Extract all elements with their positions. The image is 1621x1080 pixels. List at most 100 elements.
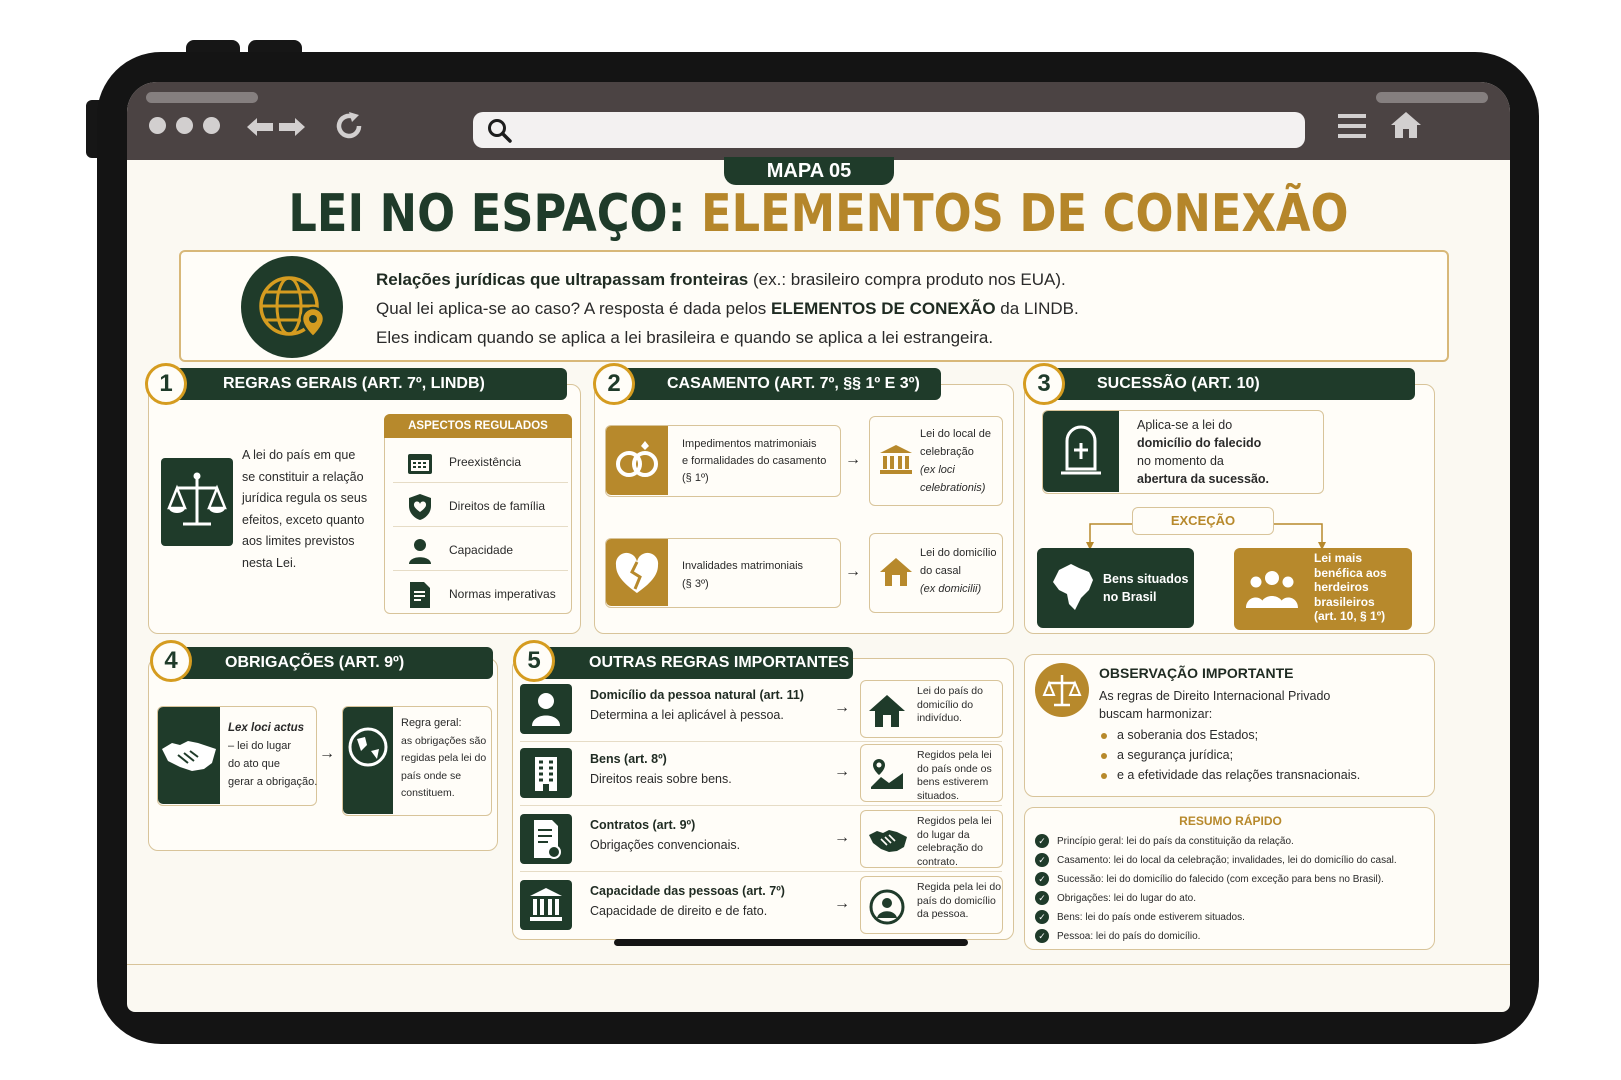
- summary-item: ✓ Pessoa: lei do país do domicílio.: [1035, 927, 1200, 945]
- menu-icon[interactable]: [1337, 112, 1367, 140]
- shield-icon: [409, 494, 431, 520]
- people-icon: [1246, 571, 1298, 608]
- rule-result: Regida pela lei do país do domicílio da pe…: [860, 876, 1003, 934]
- section-2-number: 2: [593, 363, 635, 405]
- section-4-title: OBRIGAÇÕES (ART. 9º): [173, 647, 493, 679]
- check-icon: ✓: [1035, 834, 1049, 848]
- land-icon: [871, 759, 903, 789]
- rule-result: Regidos pela lei do país onde os bens esti…: [860, 744, 1003, 802]
- section-4-number: 4: [150, 640, 192, 682]
- summary-item: ✓ Princípio geral: lei do país da constit…: [1035, 832, 1294, 850]
- bottom-rule: [127, 964, 1510, 965]
- handshake-icon: [158, 707, 220, 804]
- screen: MAPA 05 LEI NO ESPAÇO: ELEMENTOS DE CONE…: [127, 82, 1510, 1012]
- casamento-invalidades: Invalidades matrimoniais (§ 3º): [605, 538, 841, 608]
- arrow: →: [845, 451, 861, 468]
- observacao-title: OBSERVAÇÃO IMPORTANTE: [1099, 665, 1294, 681]
- exception-label: EXCEÇÃO: [1132, 507, 1274, 535]
- scales-icon: [1035, 663, 1089, 717]
- section-5-title: OUTRAS REGRAS IMPORTANTES: [537, 647, 853, 679]
- resumo-title: RESUMO RÁPIDO: [1179, 814, 1282, 828]
- check-icon: ✓: [1035, 853, 1049, 867]
- intro-line-2: Qual lei aplica-se ao caso? A resposta é…: [376, 299, 1079, 318]
- user-circle-icon: [869, 889, 905, 925]
- casamento-lei-domicilio: Lei do domicílio do casal (ex domicilii): [869, 533, 1003, 613]
- courthouse-icon: [880, 445, 912, 474]
- window-dots[interactable]: [149, 117, 220, 134]
- resumo-rapido: RESUMO RÁPIDO ✓ Princípio geral: lei do p…: [1024, 807, 1435, 950]
- observacao-bullet: e a efetividade das relações transnacion…: [1101, 768, 1360, 782]
- building-icon: [520, 748, 572, 798]
- summary-item: ✓ Sucessão: lei do domicílio do falecido …: [1035, 870, 1384, 888]
- aspects-box: ASPECTOS REGULADOS Preexistência Direito…: [384, 414, 572, 614]
- rule-row: Contratos (art. 9º) Obrigações convencion…: [520, 810, 1003, 872]
- section-1-number: 1: [145, 363, 187, 405]
- observacao-importante: OBSERVAÇÃO IMPORTANTE As regras de Direi…: [1024, 654, 1435, 797]
- contract-icon: [520, 814, 572, 864]
- back-icon[interactable]: [245, 112, 275, 142]
- document-icon: [410, 582, 430, 608]
- tab-pill-left: [146, 92, 258, 103]
- summary-item: ✓ Casamento: lei do local da celebração; …: [1035, 851, 1397, 869]
- rule-result: Regidos pela lei do lugar da celebração do…: [860, 810, 1003, 868]
- obrigacoes-regra-geral: Regra geral: as obrigações são regidas pel…: [342, 706, 492, 816]
- brazil-map-icon: [1053, 564, 1093, 610]
- person-icon: [409, 539, 431, 564]
- globe-pin-icon: [241, 256, 343, 358]
- address-bar[interactable]: [473, 112, 1305, 148]
- home-icon[interactable]: [1389, 110, 1423, 140]
- home-indicator[interactable]: [614, 939, 968, 946]
- page-title: LEI NO ESPAÇO: ELEMENTOS DE CONEXÃO: [288, 184, 1349, 244]
- map-badge: MAPA 05: [724, 157, 894, 185]
- forward-icon[interactable]: [277, 112, 307, 142]
- aspect-item: Preexistência: [393, 443, 568, 483]
- rings-icon: [606, 426, 668, 495]
- handshake-icon: [869, 830, 907, 852]
- tombstone-icon: [1043, 411, 1119, 492]
- house-icon: [869, 695, 905, 727]
- scales-icon: [161, 458, 233, 546]
- rule-row: Bens (art. 8º) Direitos reais sobre bens.…: [520, 744, 1003, 806]
- observacao-bullet: a soberania dos Estados;: [1101, 728, 1258, 742]
- rule-row: Domicílio da pessoa natural (art. 11) Det…: [520, 680, 1003, 742]
- arrow: →: [319, 745, 335, 762]
- intro-line-3: Eles indicam quando se aplica a lei bras…: [376, 328, 994, 347]
- arrow: →: [834, 895, 850, 912]
- aspects-title: ASPECTOS REGULADOS: [384, 414, 572, 438]
- intro-line-1: Relações jurídicas que ultrapassam front…: [376, 270, 1066, 289]
- broken-heart-icon: [606, 539, 668, 606]
- rule-result: Lei do país do domicílio do indivíduo.: [860, 680, 1003, 738]
- section-1-text: A lei do país em que se constituir a rela…: [242, 448, 368, 570]
- search-icon: [488, 119, 512, 143]
- section-3-number: 3: [1023, 363, 1065, 405]
- check-icon: ✓: [1035, 929, 1049, 943]
- arrow: →: [834, 829, 850, 846]
- check-icon: ✓: [1035, 910, 1049, 924]
- bank-icon: [520, 880, 572, 930]
- reload-icon[interactable]: [333, 110, 365, 142]
- person-icon: [520, 684, 572, 734]
- summary-item: ✓ Obrigações: lei do lugar do ato.: [1035, 889, 1196, 907]
- summary-item: ✓ Bens: lei do país onde estiverem situad…: [1035, 908, 1245, 926]
- rule-row: Capacidade das pessoas (art. 7º) Capacida…: [520, 876, 1003, 938]
- calendar-icon: [408, 454, 432, 474]
- sucessao-lei-benefica: Lei mais benéfica aos herdeiros brasileiros…: [1234, 548, 1412, 630]
- aspect-item: Capacidade: [393, 531, 568, 571]
- section-5-number: 5: [513, 640, 555, 682]
- section-3-title: SUCESSÃO (ART. 10): [1045, 368, 1415, 400]
- arrow: →: [834, 699, 850, 716]
- check-icon: ✓: [1035, 891, 1049, 905]
- casamento-impedimentos: Impedimentos matrimoniais e formalidades …: [605, 425, 841, 497]
- observacao-bullet: a segurança jurídica;: [1101, 748, 1233, 762]
- sucessao-regra: Aplica-se a lei do domicílio do falecido n…: [1042, 410, 1324, 494]
- house-icon: [880, 558, 912, 586]
- section-1-title: REGRAS GERAIS (ART. 7º, LINDB): [171, 368, 567, 400]
- aspect-item: Direitos de família: [393, 487, 568, 527]
- intro-box: Relações jurídicas que ultrapassam front…: [179, 250, 1449, 362]
- tab-pill-right: [1376, 92, 1488, 103]
- sucessao-bens-brasil: Bens situados no Brasil: [1037, 548, 1194, 628]
- browser-toolbar: [127, 82, 1510, 160]
- check-icon: ✓: [1035, 872, 1049, 886]
- arrow: →: [845, 563, 861, 580]
- observacao-text: As regras de Direito Internacional Priva…: [1099, 689, 1331, 721]
